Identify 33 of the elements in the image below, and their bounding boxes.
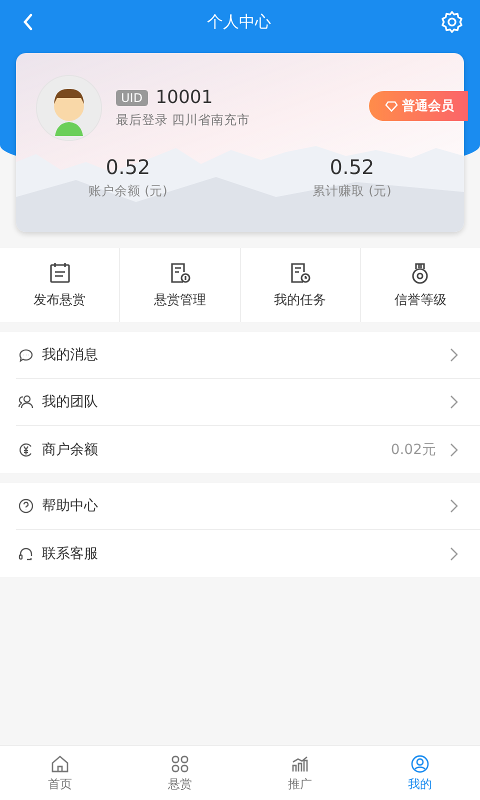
- question-icon: [18, 498, 34, 514]
- tab-item[interactable]: 首页: [0, 746, 120, 800]
- document-clock-icon: [288, 261, 312, 285]
- home-icon: [50, 754, 70, 774]
- stat-label: 累计赚取 (元): [312, 183, 392, 200]
- user-circle-icon: [410, 754, 430, 774]
- chevron-right-icon: [450, 348, 458, 362]
- headset-icon: [18, 546, 34, 562]
- tab-item[interactable]: 推广: [240, 746, 360, 800]
- user-id: 10001: [156, 87, 213, 108]
- tab-item[interactable]: 悬赏: [120, 746, 240, 800]
- calendar-icon: [48, 261, 72, 285]
- avatar-icon: [36, 75, 102, 141]
- page-title: 个人中心: [207, 12, 271, 32]
- diamond-icon: [385, 100, 398, 112]
- chat-bubble-icon: [18, 347, 34, 363]
- settings-icon[interactable]: [440, 10, 464, 34]
- grid-icon: [170, 754, 190, 774]
- uid-label: UID: [116, 90, 148, 106]
- people-icon: [18, 394, 34, 410]
- chevron-right-icon: [450, 442, 458, 456]
- stat-label: 账户余额 (元): [88, 183, 168, 200]
- chevron-right-icon: [450, 546, 458, 560]
- chevron-right-icon: [450, 499, 458, 513]
- menu-value: 0.02元: [390, 440, 436, 458]
- bar-chart-icon: [290, 754, 310, 774]
- chevron-right-icon: [450, 395, 458, 409]
- yuan-icon: [18, 442, 34, 458]
- tab-item[interactable]: 我的: [360, 746, 480, 800]
- stat-value: 0.52: [330, 155, 374, 179]
- last-login-text: 最后登录 四川省南充市: [116, 112, 250, 129]
- stat-value: 0.52: [106, 155, 150, 179]
- member-level: 普通会员: [402, 98, 454, 115]
